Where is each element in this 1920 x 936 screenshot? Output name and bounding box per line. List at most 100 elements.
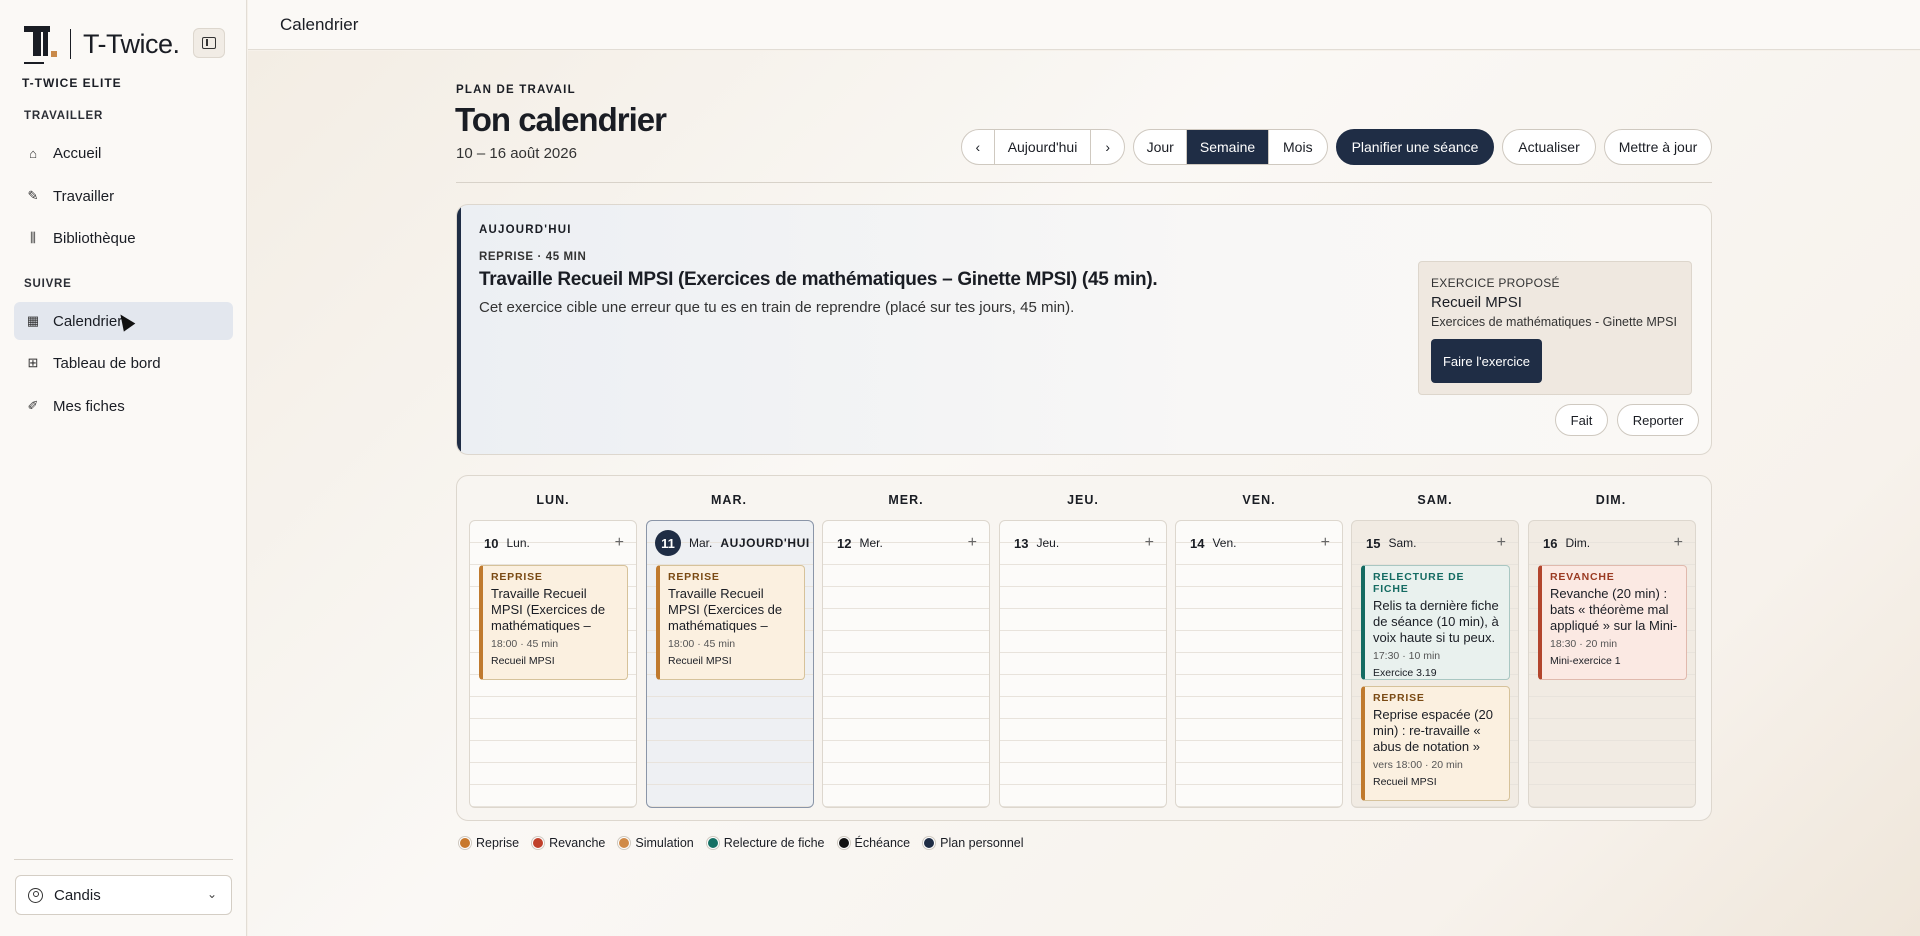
- dashboard-icon: ⊞: [27, 355, 39, 370]
- view-week-button[interactable]: Semaine: [1187, 130, 1269, 164]
- add-event-icon[interactable]: +: [968, 534, 977, 552]
- event-ref: Recueil MPSI: [668, 655, 732, 667]
- day-column-mon[interactable]: 10 Lun. + REPRISE Travaille Recueil MPSI…: [469, 520, 637, 808]
- legend-dot-icon: [837, 837, 850, 849]
- day-short: Lun.: [506, 536, 530, 550]
- today-badge: AUJOURD'HUI: [720, 536, 810, 550]
- legend-item: Relecture de fiche: [706, 836, 825, 850]
- calendar-icon: ▦: [26, 313, 40, 328]
- postpone-button[interactable]: Reporter: [1617, 404, 1699, 436]
- legend-label: Revanche: [549, 836, 606, 850]
- legend: Reprise Revanche Simulation Relecture de…: [459, 836, 1037, 850]
- day-of-week-label: MER.: [888, 493, 924, 507]
- view-day-button[interactable]: Jour: [1134, 130, 1188, 164]
- day-column-thu[interactable]: 13 Jeu. +: [999, 520, 1167, 808]
- event-type: RELECTURE DE FICHE: [1373, 571, 1465, 595]
- event-ref: Recueil MPSI: [491, 655, 555, 667]
- date-navigation: ‹ Aujourd'hui ›: [961, 129, 1125, 165]
- sidebar-item-travailler[interactable]: ✎ Travailler: [14, 177, 233, 215]
- view-month-button[interactable]: Mois: [1269, 130, 1327, 164]
- day-short: Dim.: [1565, 536, 1591, 550]
- sidebar-item-label: Calendrier: [53, 312, 123, 330]
- sidebar-item-bibliotheque[interactable]: ⫼ Bibliothèque: [14, 219, 233, 257]
- day-number: 10: [484, 535, 499, 551]
- event-ref: Recueil MPSI: [1373, 776, 1437, 788]
- header-kicker: PLAN DE TRAVAIL: [456, 84, 576, 96]
- day-of-week-label: VEN.: [1242, 493, 1276, 507]
- legend-item: Échéance: [837, 836, 910, 850]
- sidebar-item-label: Tableau de bord: [53, 354, 161, 372]
- legend-item: Simulation: [618, 836, 694, 850]
- event-time: 17:30 · 10 min: [1373, 650, 1441, 662]
- sidebar-item-label: Mes fiches: [53, 397, 125, 415]
- update-button[interactable]: Mettre à jour: [1604, 129, 1712, 165]
- add-event-icon[interactable]: +: [1321, 534, 1330, 552]
- done-button[interactable]: Fait: [1555, 404, 1608, 436]
- legend-label: Plan personnel: [940, 836, 1024, 850]
- nav-section-label: SUIVRE: [24, 278, 72, 290]
- topbar: Calendrier: [248, 0, 1920, 50]
- user-select[interactable]: Candis ⌄: [15, 875, 232, 915]
- day-header: 14 Ven. +: [1176, 521, 1342, 565]
- day-number: 12: [837, 535, 852, 551]
- refresh-button[interactable]: Actualiser: [1502, 129, 1596, 165]
- next-week-button[interactable]: ›: [1091, 130, 1124, 164]
- notes-icon: ✐: [27, 398, 39, 413]
- event-time: 18:00 · 45 min: [491, 638, 559, 650]
- event-time: 18:30 · 20 min: [1550, 638, 1618, 650]
- event-title: Relis ta dernière fiche de séance (10 mi…: [1373, 598, 1499, 645]
- event-type: REPRISE: [491, 571, 543, 583]
- add-event-icon[interactable]: +: [1497, 534, 1506, 552]
- sidebar-item-accueil[interactable]: ⌂ Accueil: [14, 134, 233, 172]
- event-title: Reprise espacée (20 min) : re-travaille …: [1373, 707, 1493, 754]
- today-button[interactable]: Aujourd'hui: [995, 130, 1092, 164]
- day-number: 14: [1190, 535, 1205, 551]
- today-kicker: AUJOURD'HUI: [479, 224, 572, 236]
- add-event-icon[interactable]: +: [1145, 534, 1154, 552]
- calendar-event[interactable]: REPRISE Reprise espacée (20 min) : re-tr…: [1361, 686, 1510, 801]
- date-range: 10 – 16 août 2026: [456, 145, 577, 162]
- legend-label: Relecture de fiche: [723, 836, 825, 850]
- legend-item: Revanche: [532, 836, 605, 850]
- today-meta: REPRISE · 45 MIN: [479, 251, 587, 263]
- day-column-sat[interactable]: 15 Sam. + RELECTURE DE FICHE Relis ta de…: [1351, 520, 1519, 808]
- sidebar-item-tableau-de-bord[interactable]: ⊞ Tableau de bord: [14, 344, 233, 382]
- sidebar-item-label: Travailler: [53, 187, 115, 205]
- calendar-title: Ton calendrier: [455, 101, 667, 138]
- day-column-tue[interactable]: 11 Mar. AUJOURD'HUI REPRISE Travaille Re…: [646, 520, 814, 808]
- day-number: 11: [655, 530, 681, 556]
- do-exercise-button[interactable]: Faire l'exercice: [1431, 339, 1542, 383]
- calendar-event[interactable]: REPRISE Travaille Recueil MPSI (Exercice…: [656, 565, 805, 680]
- divider: [14, 859, 233, 860]
- day-of-week-label: LUN.: [536, 493, 570, 507]
- day-number: 13: [1014, 535, 1029, 551]
- day-column-sun[interactable]: 16 Dim. + REVANCHE Revanche (20 min) : b…: [1528, 520, 1696, 808]
- day-column-wed[interactable]: 12 Mer. +: [822, 520, 990, 808]
- day-column-fri[interactable]: 14 Ven. +: [1175, 520, 1343, 808]
- event-title: Travaille Recueil MPSI (Exercices de mat…: [491, 586, 606, 633]
- add-event-icon[interactable]: +: [615, 534, 624, 552]
- exercise-kicker: EXERCICE PROPOSÉ: [1431, 276, 1560, 290]
- legend-dot-icon: [923, 837, 936, 849]
- event-type: REPRISE: [1373, 692, 1425, 704]
- today-card: AUJOURD'HUI REPRISE · 45 MIN Travaille R…: [456, 204, 1712, 455]
- main-content: PLAN DE TRAVAIL Ton calendrier 10 – 16 a…: [248, 51, 1920, 936]
- prev-week-button[interactable]: ‹: [962, 130, 995, 164]
- sidebar-toggle-icon: [202, 37, 216, 49]
- legend-dot-icon: [618, 837, 631, 849]
- nav-section-label: TRAVAILLER: [24, 110, 104, 122]
- day-header: 10 Lun. +: [470, 521, 636, 565]
- day-header: 15 Sam. +: [1352, 521, 1518, 565]
- calendar-event[interactable]: REPRISE Travaille Recueil MPSI (Exercice…: [479, 565, 628, 680]
- plan-session-button[interactable]: Planifier une séance: [1336, 129, 1494, 165]
- pencil-icon: ✎: [27, 188, 39, 203]
- page-title: Calendrier: [280, 15, 359, 34]
- calendar-event[interactable]: REVANCHE Revanche (20 min) : bats « théo…: [1538, 565, 1687, 680]
- sidebar-item-mes-fiches[interactable]: ✐ Mes fiches: [14, 387, 233, 425]
- legend-dot-icon: [532, 837, 545, 849]
- legend-label: Simulation: [635, 836, 694, 850]
- view-switcher: Jour Semaine Mois: [1133, 129, 1328, 165]
- add-event-icon[interactable]: +: [1674, 534, 1683, 552]
- collapse-sidebar-button[interactable]: [193, 28, 225, 58]
- calendar-event[interactable]: RELECTURE DE FICHE Relis ta dernière fic…: [1361, 565, 1510, 680]
